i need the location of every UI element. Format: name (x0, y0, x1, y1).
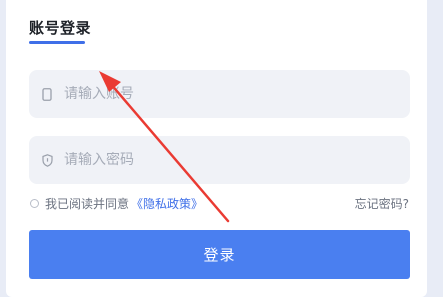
shield-icon (40, 153, 54, 167)
tab-account-login[interactable]: 账号登录 (29, 17, 91, 38)
login-button[interactable]: 登录 (29, 230, 410, 279)
account-input[interactable] (64, 86, 384, 102)
account-field[interactable] (29, 70, 410, 118)
agreement-radio[interactable] (30, 199, 39, 208)
phone-icon (40, 87, 54, 101)
agreement-row: 我已阅读并同意 《隐私政策》 (30, 195, 203, 212)
privacy-policy-link[interactable]: 《隐私政策》 (131, 195, 203, 212)
password-field[interactable] (29, 136, 410, 184)
password-input[interactable] (64, 152, 384, 168)
forgot-password-link[interactable]: 忘记密码? (355, 195, 409, 212)
agreement-text: 我已阅读并同意 (45, 197, 130, 211)
login-card: 账号登录 我已阅读并同意 《隐私政策》 忘记密码? 登录 (6, 0, 427, 297)
active-tab-indicator (29, 41, 85, 44)
